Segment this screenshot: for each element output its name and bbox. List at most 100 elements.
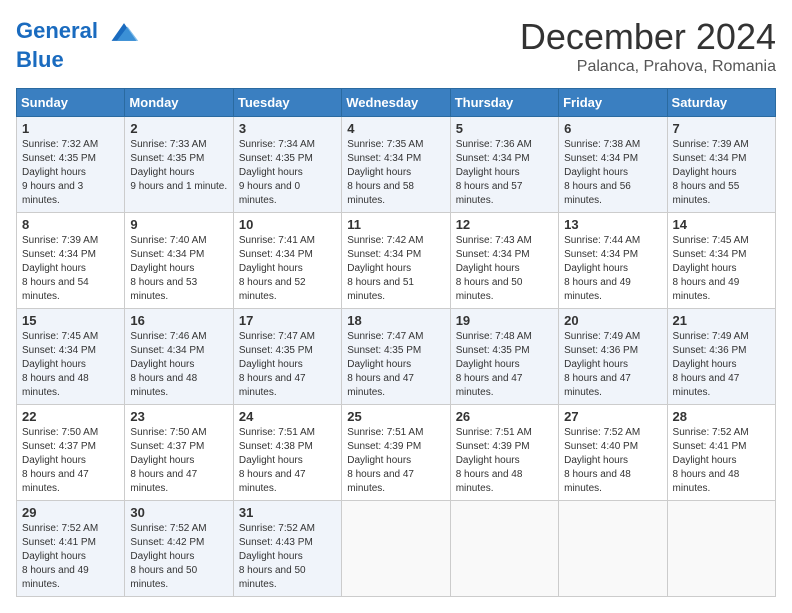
calendar-day-25: 25 Sunrise: 7:51 AMSunset: 4:39 PMDaylig… [342,405,450,501]
day-number: 28 [673,409,770,424]
day-number: 1 [22,121,119,136]
day-info: Sunrise: 7:45 AMSunset: 4:34 PMDaylight … [673,235,749,302]
day-info: Sunrise: 7:52 AMSunset: 4:42 PMDaylight … [130,523,206,590]
logo-text-blue: Blue [16,48,140,72]
day-number: 2 [130,121,227,136]
day-number: 16 [130,313,227,328]
day-info: Sunrise: 7:46 AMSunset: 4:34 PMDaylight … [130,331,206,398]
location-subtitle: Palanca, Prahova, Romania [520,58,776,76]
calendar-day-9: 9 Sunrise: 7:40 AMSunset: 4:34 PMDayligh… [125,213,233,309]
day-number: 26 [456,409,553,424]
logo-icon [108,16,140,48]
day-info: Sunrise: 7:52 AMSunset: 4:41 PMDaylight … [22,523,98,590]
day-number: 22 [22,409,119,424]
calendar-week-1: 1 Sunrise: 7:32 AMSunset: 4:35 PMDayligh… [17,117,776,213]
calendar-day-15: 15 Sunrise: 7:45 AMSunset: 4:34 PMDaylig… [17,309,125,405]
day-info: Sunrise: 7:50 AMSunset: 4:37 PMDaylight … [22,427,98,494]
day-number: 31 [239,505,336,520]
day-info: Sunrise: 7:44 AMSunset: 4:34 PMDaylight … [564,235,640,302]
calendar-day-30: 30 Sunrise: 7:52 AMSunset: 4:42 PMDaylig… [125,501,233,597]
day-number: 25 [347,409,444,424]
day-number: 12 [456,217,553,232]
day-number: 6 [564,121,661,136]
logo: General Blue [16,16,140,72]
empty-cell [667,501,775,597]
calendar-day-29: 29 Sunrise: 7:52 AMSunset: 4:41 PMDaylig… [17,501,125,597]
calendar-day-7: 7 Sunrise: 7:39 AMSunset: 4:34 PMDayligh… [667,117,775,213]
weekday-header-saturday: Saturday [667,89,775,117]
day-info: Sunrise: 7:40 AMSunset: 4:34 PMDaylight … [130,235,206,302]
day-number: 7 [673,121,770,136]
weekday-header-thursday: Thursday [450,89,558,117]
weekday-header-monday: Monday [125,89,233,117]
calendar-day-23: 23 Sunrise: 7:50 AMSunset: 4:37 PMDaylig… [125,405,233,501]
calendar-day-2: 2 Sunrise: 7:33 AMSunset: 4:35 PMDayligh… [125,117,233,213]
calendar-day-8: 8 Sunrise: 7:39 AMSunset: 4:34 PMDayligh… [17,213,125,309]
weekday-header-tuesday: Tuesday [233,89,341,117]
day-info: Sunrise: 7:35 AMSunset: 4:34 PMDaylight … [347,139,423,206]
calendar-day-26: 26 Sunrise: 7:51 AMSunset: 4:39 PMDaylig… [450,405,558,501]
day-number: 20 [564,313,661,328]
calendar-day-31: 31 Sunrise: 7:52 AMSunset: 4:43 PMDaylig… [233,501,341,597]
calendar-day-13: 13 Sunrise: 7:44 AMSunset: 4:34 PMDaylig… [559,213,667,309]
empty-cell [342,501,450,597]
empty-cell [450,501,558,597]
day-number: 18 [347,313,444,328]
calendar-day-1: 1 Sunrise: 7:32 AMSunset: 4:35 PMDayligh… [17,117,125,213]
day-info: Sunrise: 7:42 AMSunset: 4:34 PMDaylight … [347,235,423,302]
day-info: Sunrise: 7:51 AMSunset: 4:38 PMDaylight … [239,427,315,494]
calendar-table: SundayMondayTuesdayWednesdayThursdayFrid… [16,88,776,597]
weekday-header-wednesday: Wednesday [342,89,450,117]
day-number: 4 [347,121,444,136]
calendar-day-12: 12 Sunrise: 7:43 AMSunset: 4:34 PMDaylig… [450,213,558,309]
day-info: Sunrise: 7:39 AMSunset: 4:34 PMDaylight … [673,139,749,206]
day-info: Sunrise: 7:45 AMSunset: 4:34 PMDaylight … [22,331,98,398]
calendar-week-3: 15 Sunrise: 7:45 AMSunset: 4:34 PMDaylig… [17,309,776,405]
day-number: 13 [564,217,661,232]
day-number: 27 [564,409,661,424]
day-number: 3 [239,121,336,136]
calendar-day-10: 10 Sunrise: 7:41 AMSunset: 4:34 PMDaylig… [233,213,341,309]
weekday-header-friday: Friday [559,89,667,117]
day-info: Sunrise: 7:41 AMSunset: 4:34 PMDaylight … [239,235,315,302]
day-number: 21 [673,313,770,328]
day-number: 24 [239,409,336,424]
page-header: General Blue December 2024 Palanca, Prah… [16,16,776,76]
day-number: 5 [456,121,553,136]
weekday-header-sunday: Sunday [17,89,125,117]
calendar-day-20: 20 Sunrise: 7:49 AMSunset: 4:36 PMDaylig… [559,309,667,405]
day-number: 8 [22,217,119,232]
calendar-day-19: 19 Sunrise: 7:48 AMSunset: 4:35 PMDaylig… [450,309,558,405]
day-info: Sunrise: 7:47 AMSunset: 4:35 PMDaylight … [239,331,315,398]
logo-text: General [16,16,140,48]
day-info: Sunrise: 7:43 AMSunset: 4:34 PMDaylight … [456,235,532,302]
day-info: Sunrise: 7:52 AMSunset: 4:40 PMDaylight … [564,427,640,494]
day-number: 14 [673,217,770,232]
day-number: 29 [22,505,119,520]
day-info: Sunrise: 7:33 AMSunset: 4:35 PMDaylight … [130,139,227,192]
day-info: Sunrise: 7:34 AMSunset: 4:35 PMDaylight … [239,139,315,206]
day-info: Sunrise: 7:39 AMSunset: 4:34 PMDaylight … [22,235,98,302]
day-number: 9 [130,217,227,232]
day-number: 11 [347,217,444,232]
day-info: Sunrise: 7:48 AMSunset: 4:35 PMDaylight … [456,331,532,398]
calendar-day-3: 3 Sunrise: 7:34 AMSunset: 4:35 PMDayligh… [233,117,341,213]
day-info: Sunrise: 7:49 AMSunset: 4:36 PMDaylight … [564,331,640,398]
calendar-week-2: 8 Sunrise: 7:39 AMSunset: 4:34 PMDayligh… [17,213,776,309]
day-number: 17 [239,313,336,328]
calendar-day-4: 4 Sunrise: 7:35 AMSunset: 4:34 PMDayligh… [342,117,450,213]
calendar-day-22: 22 Sunrise: 7:50 AMSunset: 4:37 PMDaylig… [17,405,125,501]
calendar-day-28: 28 Sunrise: 7:52 AMSunset: 4:41 PMDaylig… [667,405,775,501]
day-info: Sunrise: 7:51 AMSunset: 4:39 PMDaylight … [347,427,423,494]
calendar-day-21: 21 Sunrise: 7:49 AMSunset: 4:36 PMDaylig… [667,309,775,405]
day-info: Sunrise: 7:49 AMSunset: 4:36 PMDaylight … [673,331,749,398]
day-info: Sunrise: 7:52 AMSunset: 4:41 PMDaylight … [673,427,749,494]
calendar-day-17: 17 Sunrise: 7:47 AMSunset: 4:35 PMDaylig… [233,309,341,405]
day-number: 15 [22,313,119,328]
calendar-day-14: 14 Sunrise: 7:45 AMSunset: 4:34 PMDaylig… [667,213,775,309]
day-number: 23 [130,409,227,424]
empty-cell [559,501,667,597]
day-info: Sunrise: 7:52 AMSunset: 4:43 PMDaylight … [239,523,315,590]
calendar-day-18: 18 Sunrise: 7:47 AMSunset: 4:35 PMDaylig… [342,309,450,405]
title-block: December 2024 Palanca, Prahova, Romania [520,16,776,76]
